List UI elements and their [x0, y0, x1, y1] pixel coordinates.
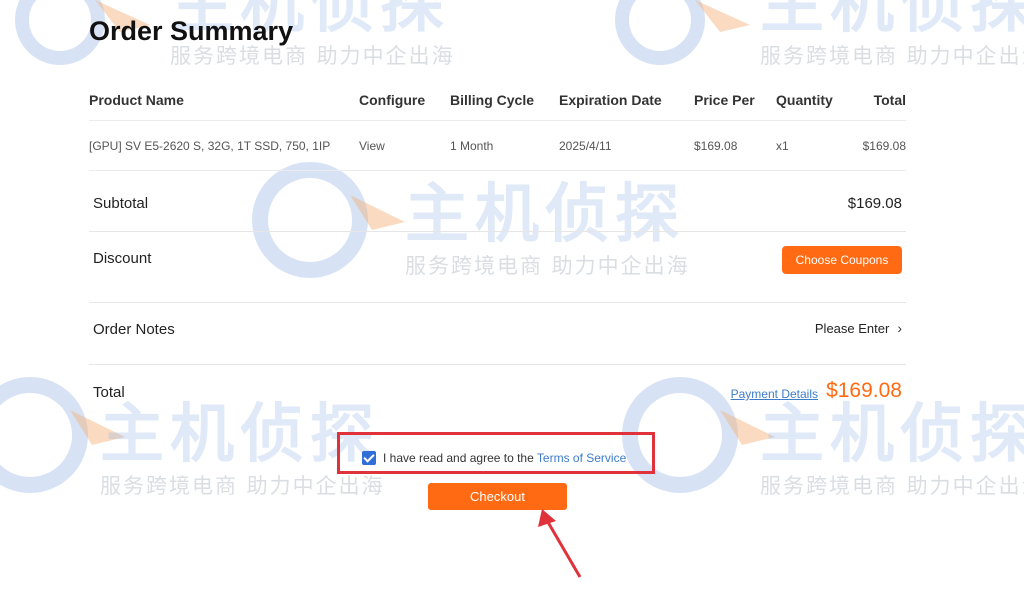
- price-per-cell: $169.08: [694, 139, 738, 153]
- choose-coupons-button[interactable]: Choose Coupons: [782, 246, 902, 274]
- order-notes-placeholder: Please Enter: [814, 321, 890, 336]
- page-title: Order Summary: [89, 16, 294, 46]
- watermark-logo: [615, 0, 750, 65]
- discount-label: Discount: [93, 250, 152, 267]
- payment-details-link[interactable]: Payment Details: [731, 387, 818, 401]
- table-header: Product Name Configure Billing Cycle Exp…: [89, 80, 906, 121]
- header-price-per: Price Per: [694, 92, 755, 108]
- header-quantity: Quantity: [776, 92, 833, 108]
- header-configure: Configure: [359, 92, 426, 108]
- total-amount: $169.08: [826, 379, 902, 402]
- quantity-cell: x1: [776, 139, 789, 153]
- header-billing-cycle: Billing Cycle: [450, 92, 535, 108]
- subtotal-value: $169.08: [847, 195, 902, 212]
- view-config-link[interactable]: View: [359, 126, 385, 166]
- order-notes-input-link[interactable]: Please Enter ›: [815, 320, 902, 336]
- header-total: Total: [873, 92, 906, 108]
- table-row: [GPU] SV E5-2620 S, 32G, 1T SSD, 750, 1I…: [89, 126, 906, 171]
- order-notes-label: Order Notes: [93, 321, 175, 338]
- total-label: Total: [93, 384, 125, 401]
- billing-cycle-cell: 1 Month: [450, 139, 494, 153]
- watermark: 主机侦探 服务跨境电商 助力中企出海: [760, 0, 1024, 68]
- agreement-label: I have read and agree to the: [383, 451, 534, 465]
- agreement-text: I have read and agree to the Terms of Se…: [383, 451, 626, 465]
- chevron-right-icon: ›: [897, 320, 902, 336]
- header-product-name: Product Name: [89, 92, 184, 108]
- order-notes-section: Order Notes Please Enter ›: [89, 303, 906, 365]
- order-summary-page: 主机侦探 服务跨境电商 助力中企出海 主机侦探 服务跨境电商 助力中企出海 主机…: [0, 0, 1024, 604]
- terms-of-service-link[interactable]: Terms of Service: [537, 451, 626, 465]
- discount-section: Discount Choose Coupons: [89, 232, 906, 303]
- row-total-cell: $169.08: [862, 139, 906, 153]
- checkout-button[interactable]: Checkout: [428, 483, 567, 510]
- red-arrow-annotation: [538, 509, 582, 578]
- product-name-cell: [GPU] SV E5-2620 S, 32G, 1T SSD, 750, 1I…: [89, 139, 331, 153]
- checkbox-checked-icon[interactable]: [362, 451, 376, 465]
- total-section: Total Payment Details $169.08: [89, 372, 906, 412]
- subtotal-section: Subtotal $169.08: [89, 172, 906, 232]
- watermark: 主机侦探 服务跨境电商 助力中企出海: [760, 398, 1024, 498]
- header-expiration-date: Expiration Date: [559, 92, 662, 108]
- subtotal-label: Subtotal: [93, 195, 149, 212]
- expiration-date-cell: 2025/4/11: [559, 139, 612, 153]
